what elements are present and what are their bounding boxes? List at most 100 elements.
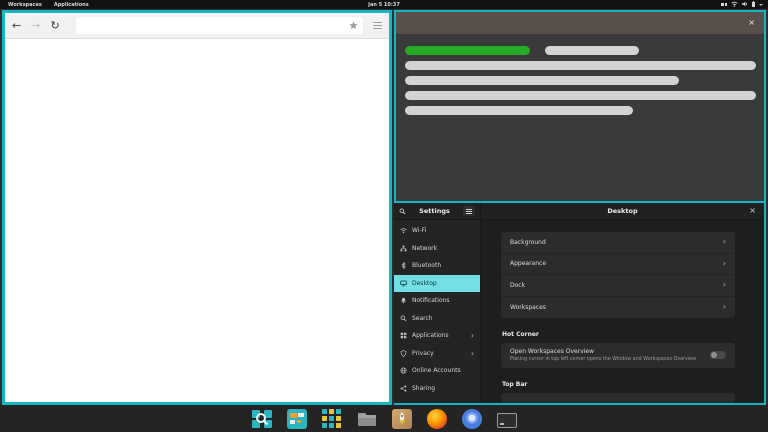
row-label: Dock (510, 282, 525, 289)
placeholder-bar-green (405, 46, 530, 55)
clock[interactable]: Jan 5 10:37 (368, 0, 400, 9)
sidebar-item-wifi[interactable]: Wi-Fi (394, 222, 480, 240)
settings-panel-header[interactable]: Desktop × (481, 203, 764, 220)
top-bar-card (501, 393, 735, 403)
browser-toolbar: ← → ↻ (5, 13, 389, 39)
sidebar-item-desktop[interactable]: Desktop (394, 275, 480, 293)
desktop-icon (400, 280, 407, 287)
sidebar-item-sharing[interactable]: Sharing (394, 380, 480, 398)
sidebar-item-label: Notifications (412, 297, 450, 304)
dock-firefox-icon[interactable] (427, 409, 447, 429)
settings-panel-content: Background › Appearance › Dock › Workspa… (481, 220, 764, 403)
workspaces-overview-row[interactable]: Open Workspaces Overview Placing cursor … (501, 343, 735, 368)
browser-menu-button[interactable] (373, 22, 382, 30)
dock-chromium-icon[interactable] (462, 409, 482, 429)
sidebar-item-label: Network (412, 245, 437, 252)
sidebar-item-label: Online Accounts (412, 367, 461, 374)
settings-row-background[interactable]: Background › (501, 232, 735, 254)
row-label: Workspaces (510, 304, 546, 311)
battery-icon (752, 2, 755, 7)
placeholder-bar (405, 61, 756, 70)
toggle-row-title: Open Workspaces Overview (510, 348, 702, 355)
sidebar-item-bluetooth[interactable]: Bluetooth (394, 257, 480, 275)
settings-sidebar-header: Settings (394, 203, 480, 220)
placeholder-bar (405, 76, 679, 85)
sidebar-item-label: Sharing (412, 385, 435, 392)
search-icon (400, 315, 407, 322)
dock-software-icon[interactable] (392, 409, 412, 429)
bookmark-star-icon[interactable] (349, 21, 358, 30)
sidebar-item-online-accounts[interactable]: Online Accounts (394, 362, 480, 380)
sidebar-item-label: Wi-Fi (412, 227, 426, 234)
privacy-shield-icon (400, 350, 407, 357)
settings-sidebar: Settings Wi-Fi Network Bluetooth (394, 203, 481, 403)
sidebar-item-label: Applications (412, 332, 449, 339)
desktop-settings-card: Background › Appearance › Dock › Workspa… (501, 232, 735, 318)
chevron-right-icon: › (723, 260, 726, 268)
toggle-row-subtitle: Placing cursor in top left corner opens … (510, 357, 702, 362)
close-icon[interactable]: × (749, 207, 756, 215)
applications-icon (400, 332, 407, 339)
network-icon (400, 245, 407, 252)
address-bar[interactable] (76, 17, 363, 34)
sidebar-item-label: Bluetooth (412, 262, 441, 269)
chevron-right-icon: › (723, 238, 726, 246)
wifi-icon (731, 1, 738, 9)
sharing-icon (400, 385, 407, 392)
sidebar-item-label: Desktop (412, 280, 437, 287)
sidebar-item-privacy[interactable]: Privacy › (394, 345, 480, 363)
back-button[interactable]: ← (12, 20, 21, 31)
sidebar-item-notifications[interactable]: Notifications (394, 292, 480, 310)
mockup-body (396, 34, 764, 115)
reload-button[interactable]: ↻ (50, 20, 59, 31)
forward-button[interactable]: → (31, 20, 40, 31)
search-icon[interactable] (399, 208, 406, 215)
dock-files-icon[interactable] (357, 411, 377, 431)
sidebar-item-label: Search (412, 315, 433, 322)
chevron-right-icon: › (723, 281, 726, 289)
hot-corner-heading: Hot Corner (502, 331, 735, 338)
settings-row-appearance[interactable]: Appearance › (501, 254, 735, 276)
browser-content (5, 39, 389, 402)
bluetooth-icon (400, 262, 407, 269)
settings-window: Settings Wi-Fi Network Bluetooth (394, 203, 766, 405)
chevron-right-icon: › (471, 332, 474, 340)
top-bar: Workspaces Applications Jan 5 10:37 (0, 0, 768, 9)
row-label: Background (510, 239, 546, 246)
sidebar-item-network[interactable]: Network (394, 240, 480, 258)
desktop: Workspaces Applications Jan 5 10:37 ← → … (0, 0, 768, 432)
wifi-icon (400, 227, 407, 234)
placeholder-bar (405, 91, 756, 100)
dock-app-grid-icon[interactable] (322, 409, 342, 429)
volume-icon (742, 1, 748, 9)
settings-row-workspaces[interactable]: Workspaces › (501, 297, 735, 319)
sidebar-item-applications[interactable]: Applications › (394, 327, 480, 345)
settings-title: Settings (409, 207, 460, 215)
workspaces-menu[interactable]: Workspaces (8, 2, 42, 8)
dock-terminal-icon[interactable] (497, 413, 517, 428)
placeholder-bar (405, 106, 633, 115)
close-icon[interactable]: × (748, 19, 755, 27)
settings-main-panel: Desktop × Background › Appearance › Dock (481, 203, 764, 403)
row-label: Appearance (510, 260, 546, 267)
caret-down-icon (759, 4, 763, 6)
settings-menu-button[interactable] (463, 206, 475, 216)
mockup-titlebar[interactable]: × (396, 12, 764, 34)
dock-windows-icon[interactable] (287, 409, 307, 429)
address-input[interactable] (81, 21, 349, 31)
dock-activities-icon[interactable] (252, 409, 272, 429)
chevron-right-icon: › (471, 350, 474, 358)
mockup-window: × (394, 10, 766, 203)
dock (0, 405, 768, 432)
system-tray[interactable] (721, 0, 763, 9)
browser-window: ← → ↻ (2, 10, 392, 405)
sidebar-item-label: Privacy (412, 350, 434, 357)
placeholder-bar (545, 46, 639, 55)
workspaces-overview-toggle[interactable] (710, 351, 726, 359)
sidebar-item-search[interactable]: Search (394, 310, 480, 328)
online-accounts-globe-icon (400, 367, 407, 374)
applications-menu[interactable]: Applications (54, 2, 89, 8)
top-bar-heading: Top Bar (502, 381, 735, 388)
hot-corner-card: Open Workspaces Overview Placing cursor … (501, 343, 735, 368)
settings-row-dock[interactable]: Dock › (501, 275, 735, 297)
